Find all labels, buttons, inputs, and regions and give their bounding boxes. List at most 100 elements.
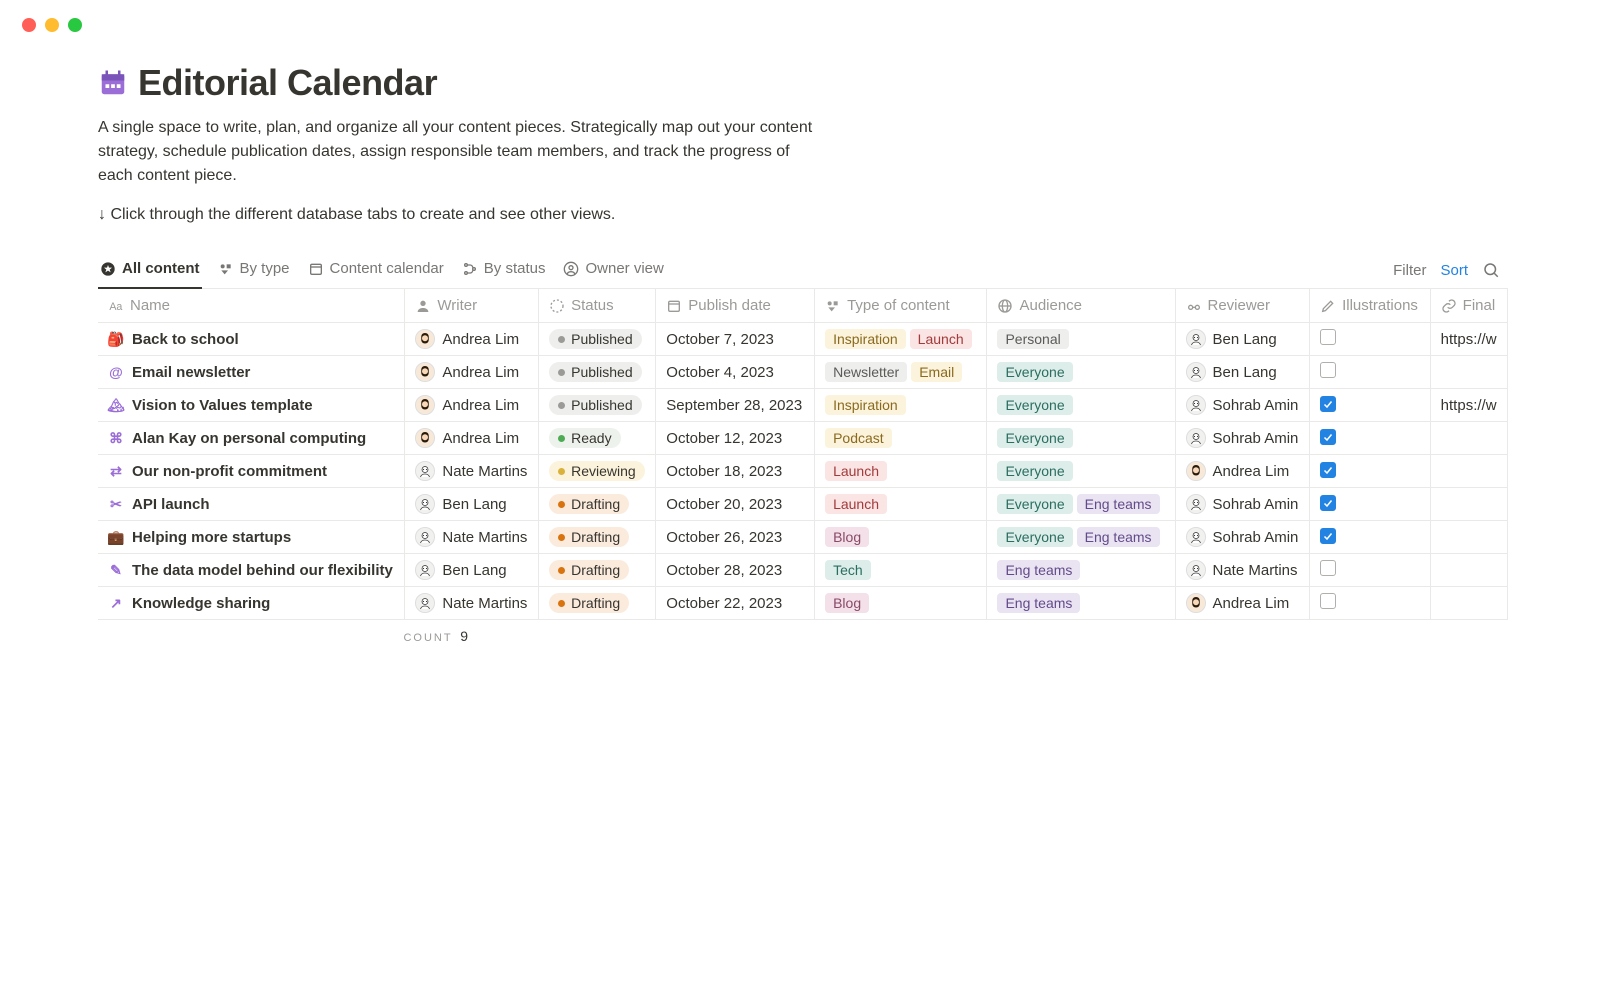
illustrations-checkbox[interactable] bbox=[1320, 362, 1336, 378]
type-tag: Launch bbox=[910, 329, 972, 349]
final-link[interactable]: https://w bbox=[1430, 389, 1507, 422]
illustrations-checkbox[interactable] bbox=[1320, 495, 1336, 511]
table-row[interactable]: ↗Knowledge sharingNate MartinsDraftingOc… bbox=[98, 587, 1508, 620]
type-tag: Inspiration bbox=[825, 395, 906, 415]
col-header-audience[interactable]: Audience bbox=[987, 289, 1175, 323]
audience-cell[interactable]: Eng teams bbox=[987, 587, 1175, 620]
col-header-type[interactable]: Type of content bbox=[815, 289, 987, 323]
publish-date[interactable]: October 20, 2023 bbox=[656, 488, 815, 521]
final-link[interactable] bbox=[1430, 521, 1507, 554]
final-link[interactable] bbox=[1430, 554, 1507, 587]
tab-content-calendar[interactable]: Content calendar bbox=[306, 252, 446, 289]
table-row[interactable]: @Email newsletterAndrea LimPublishedOcto… bbox=[98, 356, 1508, 389]
type-cell[interactable]: InspirationLaunch bbox=[815, 323, 987, 356]
final-link[interactable] bbox=[1430, 587, 1507, 620]
avatar bbox=[415, 395, 435, 415]
col-header-writer[interactable]: Writer bbox=[405, 289, 539, 323]
tab-by-status[interactable]: By status bbox=[460, 252, 548, 289]
table-row[interactable]: ⌘Alan Kay on personal computingAndrea Li… bbox=[98, 422, 1508, 455]
tab-label: By status bbox=[484, 260, 546, 277]
tab-label: By type bbox=[240, 260, 290, 277]
type-cell[interactable]: Blog bbox=[815, 521, 987, 554]
illustrations-checkbox[interactable] bbox=[1320, 429, 1336, 445]
final-link[interactable] bbox=[1430, 455, 1507, 488]
publish-date[interactable]: October 18, 2023 bbox=[656, 455, 815, 488]
col-header-final[interactable]: Final bbox=[1430, 289, 1507, 323]
status-pill[interactable]: Drafting bbox=[549, 494, 629, 514]
col-header-publish[interactable]: Publish date bbox=[656, 289, 815, 323]
type-cell[interactable]: Tech bbox=[815, 554, 987, 587]
status-pill[interactable]: Ready bbox=[549, 428, 620, 448]
filter-button[interactable]: Filter bbox=[1393, 262, 1426, 279]
status-pill[interactable]: Published bbox=[549, 362, 642, 382]
status-pill[interactable]: Published bbox=[549, 395, 642, 415]
audience-cell[interactable]: Personal bbox=[987, 323, 1175, 356]
publish-date[interactable]: September 28, 2023 bbox=[656, 389, 815, 422]
illustrations-checkbox[interactable] bbox=[1320, 329, 1336, 345]
table-row[interactable]: ⇄Our non-profit commitmentNate MartinsRe… bbox=[98, 455, 1508, 488]
type-cell[interactable]: NewsletterEmail bbox=[815, 356, 987, 389]
status-pill[interactable]: Drafting bbox=[549, 593, 629, 613]
status-pill[interactable]: Published bbox=[549, 329, 642, 349]
illustrations-checkbox[interactable] bbox=[1320, 462, 1336, 478]
reviewer-name: Sohrab Amin bbox=[1213, 496, 1299, 513]
maximize-window-dot[interactable] bbox=[68, 18, 82, 32]
col-header-name[interactable]: AaName bbox=[98, 289, 405, 323]
person-circle-icon bbox=[563, 261, 579, 277]
type-cell[interactable]: Podcast bbox=[815, 422, 987, 455]
search-icon[interactable] bbox=[1482, 261, 1500, 279]
shapes-icon bbox=[825, 298, 841, 314]
illustrations-checkbox[interactable] bbox=[1320, 560, 1336, 576]
tab-label: Content calendar bbox=[330, 260, 444, 277]
final-link[interactable] bbox=[1430, 356, 1507, 389]
minimize-window-dot[interactable] bbox=[45, 18, 59, 32]
row-page-icon: @ bbox=[108, 364, 124, 380]
col-header-status[interactable]: Status bbox=[539, 289, 656, 323]
tab-owner-view[interactable]: Owner view bbox=[561, 252, 665, 289]
publish-date[interactable]: October 28, 2023 bbox=[656, 554, 815, 587]
avatar bbox=[1186, 527, 1206, 547]
col-header-illustrations[interactable]: Illustrations bbox=[1310, 289, 1431, 323]
status-pill[interactable]: Reviewing bbox=[549, 461, 645, 481]
publish-date[interactable]: October 4, 2023 bbox=[656, 356, 815, 389]
row-page-icon: ⌘ bbox=[108, 430, 124, 446]
type-cell[interactable]: Launch bbox=[815, 488, 987, 521]
audience-tag: Everyone bbox=[997, 527, 1072, 547]
illustrations-checkbox[interactable] bbox=[1320, 396, 1336, 412]
text-icon: Aa bbox=[108, 298, 124, 314]
reviewer-name: Andrea Lim bbox=[1213, 463, 1290, 480]
table-row[interactable]: 🏔Vision to Values templateAndrea LimPubl… bbox=[98, 389, 1508, 422]
table-row[interactable]: 🎒Back to schoolAndrea LimPublishedOctobe… bbox=[98, 323, 1508, 356]
audience-cell[interactable]: Everyone bbox=[987, 389, 1175, 422]
illustrations-checkbox[interactable] bbox=[1320, 528, 1336, 544]
audience-cell[interactable]: EveryoneEng teams bbox=[987, 488, 1175, 521]
table-row[interactable]: 💼Helping more startupsNate MartinsDrafti… bbox=[98, 521, 1508, 554]
audience-cell[interactable]: Everyone bbox=[987, 356, 1175, 389]
close-window-dot[interactable] bbox=[22, 18, 36, 32]
status-pill[interactable]: Drafting bbox=[549, 560, 629, 580]
audience-cell[interactable]: Eng teams bbox=[987, 554, 1175, 587]
audience-cell[interactable]: EveryoneEng teams bbox=[987, 521, 1175, 554]
audience-cell[interactable]: Everyone bbox=[987, 455, 1175, 488]
audience-cell[interactable]: Everyone bbox=[987, 422, 1175, 455]
type-cell[interactable]: Blog bbox=[815, 587, 987, 620]
publish-date[interactable]: October 7, 2023 bbox=[656, 323, 815, 356]
illustrations-checkbox[interactable] bbox=[1320, 593, 1336, 609]
type-cell[interactable]: Launch bbox=[815, 455, 987, 488]
publish-date[interactable]: October 22, 2023 bbox=[656, 587, 815, 620]
final-link[interactable]: https://w bbox=[1430, 323, 1507, 356]
final-link[interactable] bbox=[1430, 488, 1507, 521]
glasses-icon bbox=[1186, 298, 1202, 314]
type-cell[interactable]: Inspiration bbox=[815, 389, 987, 422]
tab-by-type[interactable]: By type bbox=[216, 252, 292, 289]
tab-all-content[interactable]: All content bbox=[98, 252, 202, 289]
audience-tag: Everyone bbox=[997, 395, 1072, 415]
final-link[interactable] bbox=[1430, 422, 1507, 455]
sort-button[interactable]: Sort bbox=[1440, 262, 1468, 279]
status-pill[interactable]: Drafting bbox=[549, 527, 629, 547]
publish-date[interactable]: October 12, 2023 bbox=[656, 422, 815, 455]
col-header-reviewer[interactable]: Reviewer bbox=[1175, 289, 1310, 323]
table-row[interactable]: ✎The data model behind our flexibilityBe… bbox=[98, 554, 1508, 587]
publish-date[interactable]: October 26, 2023 bbox=[656, 521, 815, 554]
table-row[interactable]: ✂API launchBen LangDraftingOctober 20, 2… bbox=[98, 488, 1508, 521]
